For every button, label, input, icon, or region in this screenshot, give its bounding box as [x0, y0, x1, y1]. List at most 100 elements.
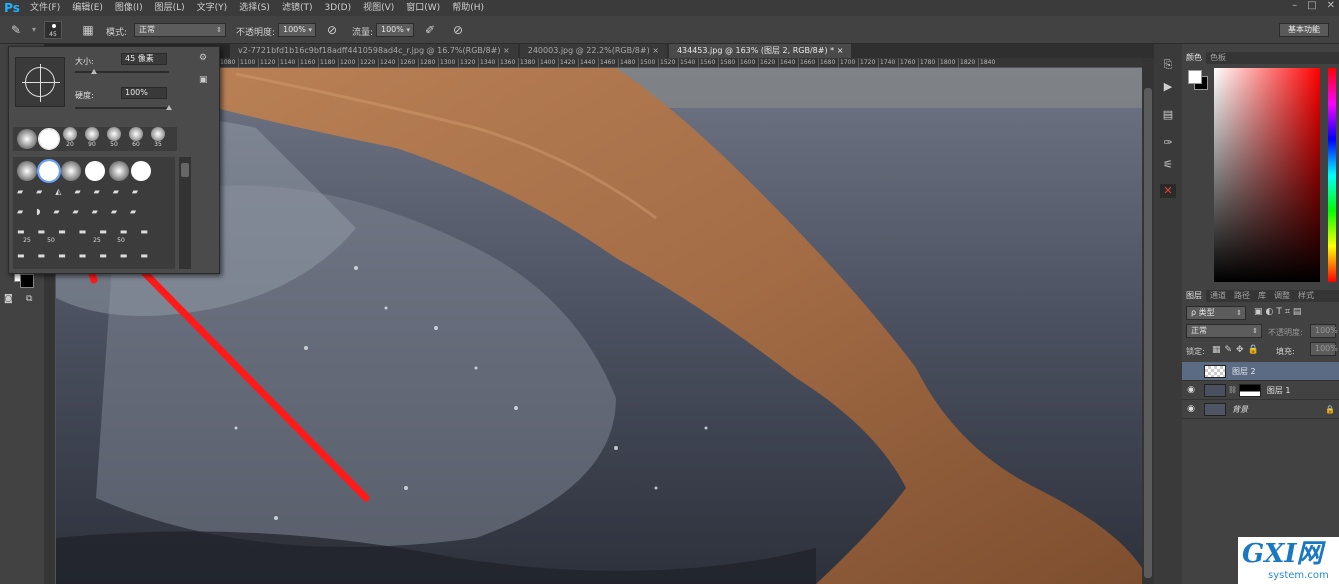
tab-paths[interactable]: 路径	[1230, 290, 1254, 302]
actions-play-icon[interactable]: ▶	[1160, 80, 1176, 94]
tab-doc-2[interactable]: 240003.jpg @ 22.2%(RGB/8#) ×	[519, 44, 667, 58]
brush-preset-50[interactable]	[107, 127, 121, 141]
ruler-tick: 1540	[678, 58, 698, 67]
menu-select[interactable]: 选择(S)	[233, 0, 276, 16]
hardness-input[interactable]: 100%	[121, 87, 167, 99]
tab-swatches[interactable]: 色板	[1206, 52, 1230, 64]
brush-tool-icon[interactable]: ✎	[8, 22, 24, 38]
color-panel-fg-swatch[interactable]	[1188, 70, 1202, 84]
menu-type[interactable]: 文字(Y)	[191, 0, 234, 16]
brush-preset-35[interactable]	[151, 127, 165, 141]
layers-panel-tabs: 图层 通道 路径 库 调整 样式	[1182, 290, 1339, 302]
layer-mask-thumbnail[interactable]	[1238, 383, 1261, 397]
close-icon[interactable]: ×	[503, 46, 510, 55]
size-input[interactable]: 45 像素	[121, 53, 167, 65]
screen-mode-icon[interactable]: ⧉	[26, 294, 38, 304]
presets-scroll-thumb[interactable]	[181, 163, 189, 177]
tab-adjustments[interactable]: 调整	[1270, 290, 1294, 302]
tab-doc-3[interactable]: 434453.jpg @ 163% (图层 2, RGB/8#) * ×	[668, 44, 852, 58]
gear-icon[interactable]: ⚙	[199, 53, 207, 63]
layer-name: 图层 2	[1232, 366, 1256, 376]
workspace-select[interactable]: 基本功能	[1279, 23, 1329, 37]
blend-mode-select[interactable]: 正常 ⇕	[1186, 324, 1262, 338]
layer-opacity-input[interactable]: 100%	[1310, 324, 1338, 338]
brush-size-label: 25	[93, 237, 101, 244]
brush-panel-toggle-icon[interactable]: ▦	[80, 22, 96, 38]
quick-mask-icon[interactable]: ◙	[4, 294, 16, 304]
layer-row-background[interactable]: ◉ 背景 🔒	[1182, 400, 1339, 419]
presets-scrollbar[interactable]	[179, 157, 191, 269]
menu-3d[interactable]: 3D(D)	[318, 0, 357, 16]
brush-shape-row[interactable]: ▰◗▰▰▰▰▰	[17, 207, 167, 216]
pressure-size-icon[interactable]: ⊘	[450, 22, 466, 38]
close-icon[interactable]: ×	[652, 46, 659, 55]
tab-doc-1[interactable]: v2-7721bfd1b16c9bf18adff4410598ad4c_r.jp…	[230, 44, 518, 58]
eye-icon[interactable]: ◉	[1182, 404, 1200, 414]
flow-input[interactable]: 100% ▾	[376, 23, 414, 37]
brush-preset-selected[interactable]	[37, 159, 61, 183]
menu-view[interactable]: 视图(V)	[357, 0, 400, 16]
tab-layers[interactable]: 图层	[1182, 290, 1206, 302]
opacity-input[interactable]: 100% ▾	[278, 23, 316, 37]
layer-filter-icons[interactable]: ▣◐T⌗▤	[1254, 307, 1304, 317]
hardness-slider-knob[interactable]	[166, 105, 172, 110]
eye-icon[interactable]: ◉	[1182, 385, 1200, 395]
airbrush-icon[interactable]: ✐	[422, 22, 438, 38]
brush-shape-row[interactable]: ▰▰◭▰▰▰▰	[17, 187, 167, 196]
lock-icons[interactable]: ▦✎✥🔒	[1212, 345, 1263, 355]
brush-preset-picker[interactable]: 45	[44, 21, 62, 39]
brush-preset-soft[interactable]	[109, 161, 129, 181]
adjust-icon[interactable]: ⚟	[1160, 158, 1176, 172]
vertical-scrollbar[interactable]	[1142, 58, 1154, 584]
brush-settings-icon[interactable]: ✑	[1160, 136, 1176, 150]
menu-filter[interactable]: 滤镜(T)	[276, 0, 319, 16]
brush-preset-hard[interactable]	[131, 161, 151, 181]
menu-file[interactable]: 文件(F)	[24, 0, 66, 16]
brush-shape-row[interactable]: ▬▬▬▬▬▬▬	[17, 251, 167, 260]
new-preset-icon[interactable]: ▣	[199, 75, 208, 85]
chevron-down-icon: ⇕	[216, 26, 222, 34]
pressure-opacity-icon[interactable]: ⊘	[324, 22, 340, 38]
size-slider-knob[interactable]	[90, 69, 97, 74]
flow-label: 流量:	[352, 28, 374, 38]
brush-preset-soft[interactable]	[61, 161, 81, 181]
history-icon[interactable]: ⎘	[1160, 58, 1176, 72]
tool-presets-icon[interactable]: ✕	[1160, 184, 1176, 198]
tab-channels[interactable]: 通道	[1206, 290, 1230, 302]
close-icon[interactable]: ×	[837, 46, 844, 55]
minimize-button[interactable]: –	[1292, 0, 1297, 11]
background-color-swatch[interactable]	[20, 274, 34, 288]
layer-filter-select[interactable]: ρ 类型 ⇕	[1186, 306, 1246, 320]
mode-label: 模式:	[106, 28, 128, 38]
maximize-button[interactable]: □	[1307, 0, 1316, 11]
hue-slider[interactable]	[1328, 68, 1336, 282]
menu-layer[interactable]: 图层(L)	[149, 0, 191, 16]
tab-color[interactable]: 颜色	[1182, 52, 1206, 64]
tab-libraries[interactable]: 库	[1254, 290, 1270, 302]
fill-input[interactable]: 100%	[1310, 342, 1338, 356]
size-slider[interactable]	[75, 71, 169, 73]
menu-edit[interactable]: 编辑(E)	[66, 0, 109, 16]
brush-preset-90[interactable]	[85, 127, 99, 141]
hardness-slider[interactable]	[75, 107, 169, 109]
menu-window[interactable]: 窗口(W)	[400, 0, 446, 16]
menu-image[interactable]: 图像(I)	[109, 0, 149, 16]
tool-preset-dropdown-icon[interactable]: ▾	[26, 22, 42, 38]
menu-help[interactable]: 帮助(H)	[446, 0, 490, 16]
color-spectrum-field[interactable]	[1214, 68, 1320, 282]
brush-preset-hard[interactable]	[38, 128, 60, 150]
brush-shape-row[interactable]: ▬▬▬▬▬▬▬	[17, 227, 167, 236]
brush-preset-60[interactable]	[129, 127, 143, 141]
layer-row-2[interactable]: 图层 2	[1182, 362, 1339, 381]
brush-preset-soft[interactable]	[17, 129, 37, 149]
tab-styles[interactable]: 样式	[1294, 290, 1318, 302]
scrollbar-thumb[interactable]	[1144, 88, 1152, 578]
brush-angle-preview[interactable]	[15, 57, 65, 107]
close-button[interactable]: ✕	[1327, 0, 1335, 11]
mode-select[interactable]: 正常 ⇕	[134, 23, 226, 37]
swatches-icon[interactable]: ▤	[1160, 108, 1176, 122]
brush-preset-soft[interactable]	[17, 161, 37, 181]
brush-preset-20[interactable]	[63, 127, 77, 141]
layer-row-1[interactable]: ◉ ⛓ 图层 1	[1182, 381, 1339, 400]
brush-preset-hard[interactable]	[85, 161, 105, 181]
